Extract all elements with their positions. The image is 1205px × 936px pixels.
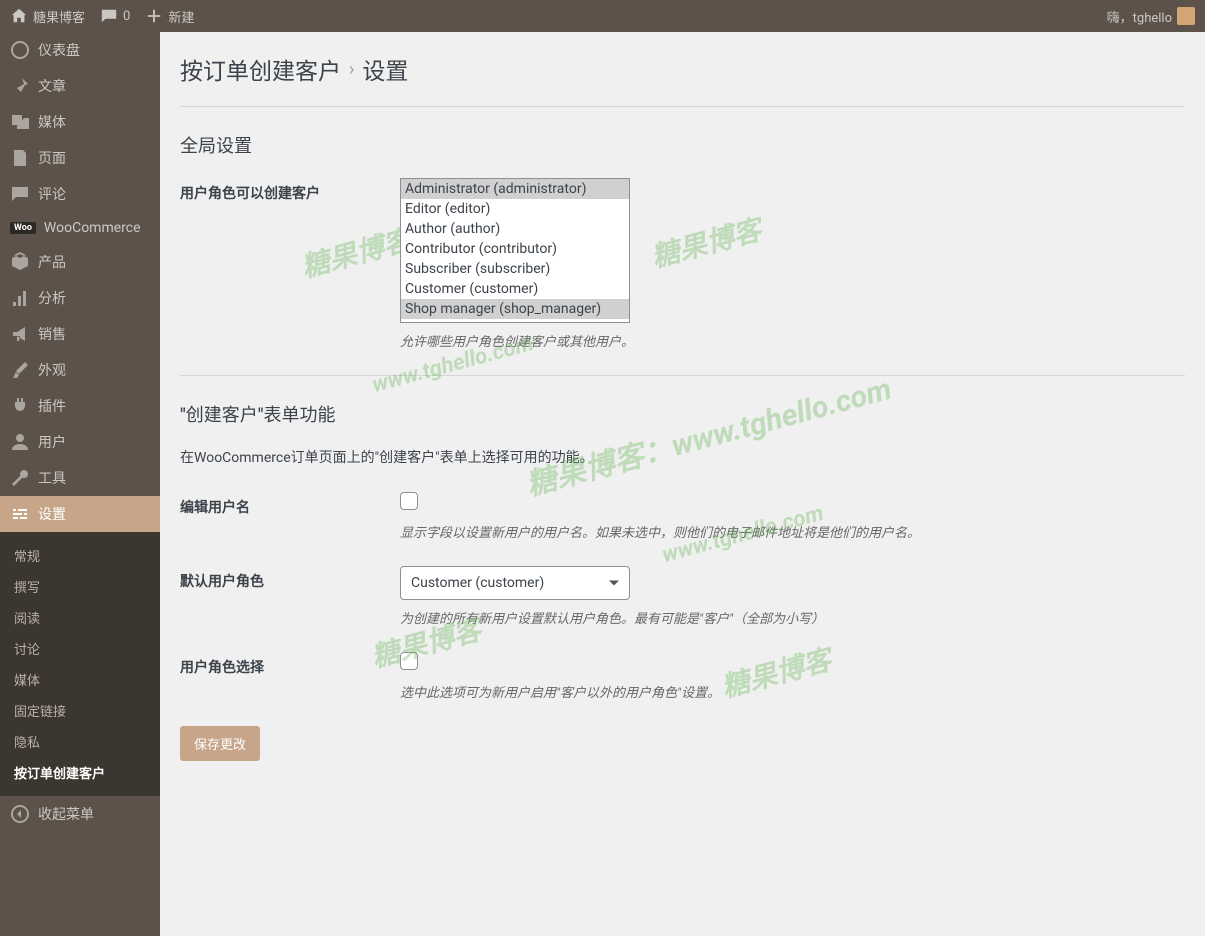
breadcrumb-sep-icon: › <box>349 59 354 80</box>
role-option[interactable]: Administrator (administrator) <box>401 179 629 199</box>
global-settings-heading: 全局设置 <box>180 132 1185 158</box>
menu-settings[interactable]: 设置 <box>0 496 160 532</box>
menu-collapse[interactable]: 收起菜单 <box>0 796 160 832</box>
media-icon <box>10 112 30 132</box>
role-option[interactable]: Editor (editor) <box>401 199 629 219</box>
settings-submenu: 常规 撰写 阅读 讨论 媒体 固定链接 隐私 按订单创建客户 <box>0 532 160 796</box>
page-icon <box>10 148 30 168</box>
admin-topbar: 糖果博客 0 新建 嗨，tghello <box>0 0 1205 32</box>
admin-sidebar: 仪表盘 文章 媒体 页面 评论 WooWooCommerce 产品 分析 销售 … <box>0 32 160 936</box>
separator <box>180 106 1185 107</box>
roles-desc: 允许哪些用户角色创建客户或其他用户。 <box>400 331 1185 350</box>
home-icon <box>10 7 28 25</box>
menu-marketing[interactable]: 销售 <box>0 316 160 352</box>
menu-tools[interactable]: 工具 <box>0 460 160 496</box>
site-name: 糖果博客 <box>33 7 85 26</box>
page-title: 按订单创建客户 › 设置 <box>180 52 1185 86</box>
chat-icon <box>10 184 30 204</box>
page-title-sub: 设置 <box>362 52 408 86</box>
submenu-writing[interactable]: 撰写 <box>0 571 160 602</box>
plug-icon <box>10 396 30 416</box>
comment-icon <box>100 7 118 25</box>
default-role-select[interactable]: Customer (customer) <box>400 566 630 600</box>
watermark: 糖果博客：www.tghello.com <box>521 364 896 504</box>
edit-username-desc: 显示字段以设置新用户的用户名。如果未选中，则他们的电子邮件地址将是他们的用户名。 <box>400 522 1185 541</box>
menu-pages[interactable]: 页面 <box>0 140 160 176</box>
topbar-account[interactable]: 嗨，tghello <box>1107 7 1195 26</box>
role-option[interactable]: Customer (customer) <box>401 279 629 299</box>
collapse-icon <box>10 804 30 824</box>
default-role-value: Customer (customer) <box>411 575 544 591</box>
submenu-reading[interactable]: 阅读 <box>0 602 160 633</box>
roles-can-create-label: 用户角色可以创建客户 <box>180 178 400 203</box>
new-label: 新建 <box>168 7 194 26</box>
topbar-new[interactable]: 新建 <box>145 7 194 26</box>
role-select-label: 用户角色选择 <box>180 652 400 677</box>
role-select-desc: 选中此选项可为新用户启用"客户以外的用户角色"设置。 <box>400 682 1185 701</box>
plus-icon <box>145 7 163 25</box>
form-features-desc: 在WooCommerce订单页面上的"创建客户"表单上选择可用的功能。 <box>180 447 1185 467</box>
submenu-privacy[interactable]: 隐私 <box>0 726 160 757</box>
pin-icon <box>10 76 30 96</box>
menu-plugins[interactable]: 插件 <box>0 388 160 424</box>
role-select-checkbox[interactable] <box>400 652 418 670</box>
form-features-heading: "创建客户"表单功能 <box>180 401 1185 427</box>
box-icon <box>10 252 30 272</box>
submenu-general[interactable]: 常规 <box>0 540 160 571</box>
menu-comments[interactable]: 评论 <box>0 176 160 212</box>
comments-count: 0 <box>123 9 130 24</box>
role-option[interactable]: Contributor (contributor) <box>401 239 629 259</box>
submenu-permalinks[interactable]: 固定链接 <box>0 695 160 726</box>
role-option[interactable]: Shop manager (shop_manager) <box>401 299 629 319</box>
greeting-text: 嗨，tghello <box>1107 7 1172 26</box>
menu-posts[interactable]: 文章 <box>0 68 160 104</box>
menu-users[interactable]: 用户 <box>0 424 160 460</box>
submenu-discussion[interactable]: 讨论 <box>0 633 160 664</box>
submenu-create-customer[interactable]: 按订单创建客户 <box>0 757 160 788</box>
roles-multiselect[interactable]: Administrator (administrator) Editor (ed… <box>400 178 630 323</box>
wrench-icon <box>10 468 30 488</box>
role-option[interactable]: Subscriber (subscriber) <box>401 259 629 279</box>
menu-analytics[interactable]: 分析 <box>0 280 160 316</box>
submenu-media[interactable]: 媒体 <box>0 664 160 695</box>
brush-icon <box>10 360 30 380</box>
menu-appearance[interactable]: 外观 <box>0 352 160 388</box>
topbar-comments[interactable]: 0 <box>100 7 130 25</box>
bars-icon <box>10 288 30 308</box>
menu-media[interactable]: 媒体 <box>0 104 160 140</box>
separator <box>180 375 1185 376</box>
edit-username-label: 编辑用户名 <box>180 492 400 517</box>
gauge-icon <box>10 40 30 60</box>
default-role-desc: 为创建的所有新用户设置默认用户角色。最有可能是"客户"（全部为小写） <box>400 608 1185 627</box>
menu-woocommerce[interactable]: WooWooCommerce <box>0 212 160 244</box>
sliders-icon <box>10 504 30 524</box>
save-button[interactable]: 保存更改 <box>180 726 260 761</box>
menu-products[interactable]: 产品 <box>0 244 160 280</box>
edit-username-checkbox[interactable] <box>400 492 418 510</box>
page-title-main: 按订单创建客户 <box>180 52 341 86</box>
megaphone-icon <box>10 324 30 344</box>
default-role-label: 默认用户角色 <box>180 566 400 591</box>
avatar-icon <box>1177 7 1195 25</box>
settings-content: 糖果博客 www.tghello.com 糖果博客：www.tghello.co… <box>160 32 1205 936</box>
user-icon <box>10 432 30 452</box>
role-option[interactable]: Author (author) <box>401 219 629 239</box>
topbar-site-link[interactable]: 糖果博客 <box>10 7 85 26</box>
menu-dashboard[interactable]: 仪表盘 <box>0 32 160 68</box>
wc-icon: Woo <box>10 222 36 234</box>
